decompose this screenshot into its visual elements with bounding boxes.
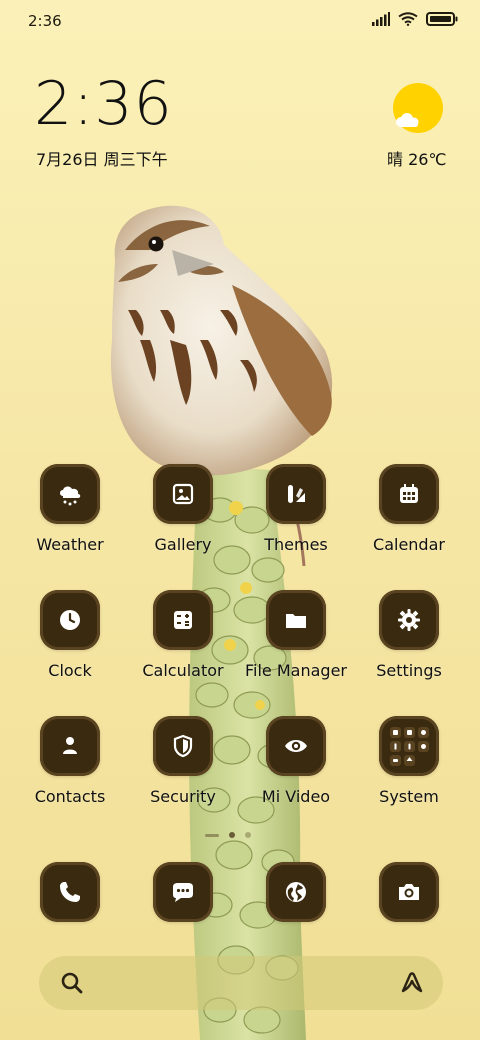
dock-messages[interactable]: [128, 862, 238, 922]
shield-icon: [173, 734, 193, 758]
app-label: Mi Video: [261, 787, 331, 806]
app-tile[interactable]: [379, 716, 439, 776]
calendar-icon: [400, 484, 418, 503]
app-settings[interactable]: Settings: [354, 590, 464, 680]
app-tile[interactable]: [379, 464, 439, 524]
eye-icon: [285, 740, 307, 752]
app-label: Calendar: [373, 535, 445, 554]
app-calendar[interactable]: Calendar: [354, 464, 464, 554]
clock-widget-time[interactable]: 2:36: [34, 74, 173, 134]
app-clock[interactable]: Clock: [15, 590, 125, 680]
app-label: Calculator: [142, 661, 224, 680]
dock-camera[interactable]: [354, 862, 464, 922]
folder-grid-icon: [390, 727, 429, 766]
phone-icon: [60, 882, 80, 902]
status-time: 2:36: [28, 12, 62, 30]
app-tile[interactable]: [266, 716, 326, 776]
app-tile[interactable]: [153, 716, 213, 776]
gear-icon: [398, 609, 420, 631]
brush-icon: [288, 485, 305, 503]
camera-icon: [399, 884, 419, 900]
app-label: Contacts: [34, 787, 106, 806]
app-tile[interactable]: [266, 464, 326, 524]
app-tile[interactable]: [40, 716, 100, 776]
page-dot: [245, 832, 251, 838]
wifi-icon: [398, 12, 418, 26]
app-tile[interactable]: [266, 590, 326, 650]
app-gallery[interactable]: Gallery: [128, 464, 238, 554]
page-dot: [205, 833, 219, 837]
app-label: Weather: [36, 535, 104, 554]
app-tile[interactable]: [40, 464, 100, 524]
clock-icon: [60, 610, 80, 630]
app-label: Themes: [264, 535, 328, 554]
dock-phone[interactable]: [15, 862, 125, 922]
folder-icon: [286, 614, 306, 628]
status-icons: [372, 12, 458, 26]
app-tile[interactable]: [266, 862, 326, 922]
app-tile[interactable]: [153, 464, 213, 524]
app-calculator[interactable]: Calculator: [128, 590, 238, 680]
page-dot-active: [229, 832, 235, 838]
app-tile[interactable]: [40, 590, 100, 650]
app-weather[interactable]: Weather: [15, 464, 125, 554]
weather-widget-text[interactable]: 晴 26℃: [387, 146, 446, 170]
app-mi-video[interactable]: Mi Video: [241, 716, 351, 806]
signal-icon: [372, 12, 390, 26]
search-icon[interactable]: [59, 970, 85, 996]
dock-browser[interactable]: [241, 862, 351, 922]
app-label: File Manager: [245, 661, 347, 680]
image-icon: [172, 483, 194, 505]
cloud-rain-icon: [60, 486, 81, 506]
clock-widget-date: 7月26日 周三下午: [36, 150, 168, 169]
app-tile[interactable]: [379, 862, 439, 922]
app-label: System: [379, 787, 439, 806]
assistant-icon[interactable]: [397, 969, 425, 997]
app-contacts[interactable]: Contacts: [15, 716, 125, 806]
app-themes[interactable]: Themes: [241, 464, 351, 554]
app-tile[interactable]: [153, 590, 213, 650]
app-tile[interactable]: [40, 862, 100, 922]
app-label: Gallery: [154, 535, 212, 554]
battery-icon: [426, 12, 458, 26]
app-security[interactable]: Security: [128, 716, 238, 806]
calculator-icon: [174, 611, 192, 629]
status-bar: 2:36: [0, 0, 480, 44]
message-icon: [173, 883, 193, 902]
app-tile[interactable]: [379, 590, 439, 650]
app-tile[interactable]: [153, 862, 213, 922]
sun-cloud-icon[interactable]: [392, 82, 446, 136]
app-folder-system[interactable]: System: [354, 716, 464, 806]
person-icon: [63, 737, 77, 754]
app-label: Settings: [376, 661, 442, 680]
app-label: Security: [150, 787, 216, 806]
app-label: Clock: [48, 661, 92, 680]
page-indicator[interactable]: [205, 832, 251, 838]
search-bar[interactable]: [39, 956, 443, 1010]
globe-icon: [286, 882, 306, 902]
app-file-manager[interactable]: File Manager: [241, 590, 351, 680]
